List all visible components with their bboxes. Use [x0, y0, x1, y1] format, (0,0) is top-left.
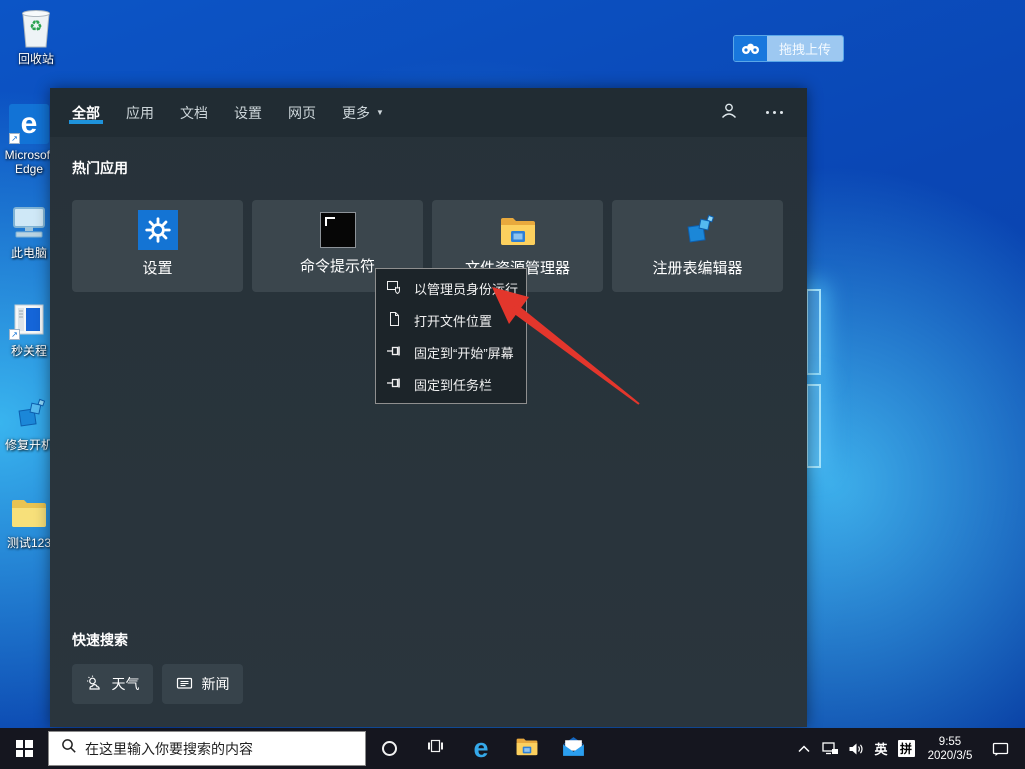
- search-panel-tabs: 全部 应用 文档 设置 网页 更多▼: [50, 88, 807, 137]
- task-view-button[interactable]: [412, 728, 458, 769]
- search-input[interactable]: [85, 741, 357, 757]
- desktop-icon-label: 回收站: [4, 52, 68, 66]
- desktop-icon-recycle-bin[interactable]: ♻ 回收站: [4, 8, 68, 66]
- tab-apps[interactable]: 应用: [126, 88, 154, 137]
- hot-apps-title: 热门应用: [72, 158, 128, 178]
- ime-pinyin-badge: 拼: [898, 740, 915, 757]
- taskbar: e 英 拼 9:55: [0, 728, 1025, 769]
- menu-item-pin-to-start[interactable]: 固定到“开始”屏幕: [376, 336, 526, 368]
- pin-icon: [386, 375, 402, 394]
- tile-settings[interactable]: 设置: [72, 200, 243, 292]
- menu-item-label: 固定到任务栏: [414, 375, 492, 394]
- clock-date: 2020/3/5: [919, 749, 981, 763]
- open-file-location-icon: [386, 311, 402, 330]
- search-icon: [61, 738, 77, 759]
- menu-item-label: 打开文件位置: [414, 311, 492, 330]
- menu-item-label: 以管理员身份运行: [414, 279, 518, 298]
- quick-button-label: 天气: [112, 674, 140, 694]
- chevron-down-icon: ▼: [376, 108, 384, 117]
- quick-search-buttons: 天气 新闻: [72, 664, 243, 704]
- registry-editor-icon: [678, 210, 718, 250]
- drag-upload-label: 拖拽上传: [767, 36, 843, 61]
- system-tray: 英 拼 9:55 2020/3/5: [791, 728, 1025, 769]
- shortcut-arrow-icon: ↗: [9, 329, 20, 340]
- tray-chevron-up-icon[interactable]: [791, 728, 817, 769]
- volume-icon[interactable]: [843, 728, 869, 769]
- taskbar-search-box[interactable]: [48, 731, 366, 766]
- windows-desktop: ♻ 回收站 e ↗ Microsoft Edge 此电脑 ↗ 秒关程 修复开机: [0, 0, 1025, 769]
- run-as-admin-icon: [386, 279, 402, 298]
- tab-web[interactable]: 网页: [288, 88, 316, 137]
- repair-tool-icon: [9, 394, 49, 434]
- pin-icon: [386, 343, 402, 362]
- command-prompt-icon: [320, 212, 356, 248]
- quick-news-button[interactable]: 新闻: [162, 664, 243, 704]
- menu-item-run-as-admin[interactable]: 以管理员身份运行: [376, 272, 526, 304]
- cortana-button[interactable]: [366, 728, 412, 769]
- news-icon: [176, 675, 194, 694]
- menu-item-open-file-location[interactable]: 打开文件位置: [376, 304, 526, 336]
- mail-taskbar-button[interactable]: [550, 728, 596, 769]
- mail-icon: [561, 736, 586, 762]
- tab-all[interactable]: 全部: [72, 88, 100, 137]
- ime-language-indicator[interactable]: 英: [869, 728, 893, 769]
- recycle-bin-icon: ♻: [16, 8, 56, 48]
- wallpaper-window-glow: [806, 384, 821, 468]
- file-explorer-icon: [498, 210, 538, 250]
- task-view-icon: [427, 738, 444, 759]
- drag-upload-widget[interactable]: 拖拽上传: [733, 35, 844, 62]
- file-explorer-taskbar-button[interactable]: [504, 728, 550, 769]
- tile-label: 命令提示符: [300, 255, 375, 276]
- more-options-icon[interactable]: [766, 111, 783, 114]
- ime-mode-indicator[interactable]: 拼: [893, 728, 919, 769]
- this-pc-icon: [9, 202, 49, 242]
- edge-taskbar-button[interactable]: e: [458, 728, 504, 769]
- netdisk-cloud-icon: [734, 36, 767, 61]
- cortana-icon: [382, 741, 397, 756]
- tile-label: 注册表编辑器: [652, 257, 742, 278]
- context-menu: 以管理员身份运行 打开文件位置 固定到“开始”屏幕 固定到任务栏: [375, 268, 527, 404]
- tab-more[interactable]: 更多▼: [342, 88, 384, 137]
- folder-icon: [9, 492, 49, 532]
- start-button[interactable]: [0, 728, 48, 769]
- network-icon[interactable]: [817, 728, 843, 769]
- settings-gear-icon: [138, 210, 178, 250]
- tile-label: 设置: [142, 257, 172, 278]
- user-icon[interactable]: [720, 102, 738, 124]
- file-explorer-icon: [514, 735, 540, 762]
- menu-item-pin-to-taskbar[interactable]: 固定到任务栏: [376, 368, 526, 400]
- edge-icon: e ↗: [9, 104, 49, 144]
- app-shortcut-icon: ↗: [9, 300, 49, 340]
- edge-icon: e: [473, 735, 488, 762]
- taskbar-clock[interactable]: 9:55 2020/3/5: [919, 735, 981, 763]
- tab-documents[interactable]: 文档: [180, 88, 208, 137]
- action-center-button[interactable]: [981, 728, 1019, 769]
- quick-button-label: 新闻: [202, 674, 230, 694]
- quick-search-title: 快速搜索: [72, 630, 128, 650]
- windows-logo-icon: [16, 740, 33, 757]
- weather-icon: [86, 675, 104, 694]
- wallpaper-window-glow: [806, 289, 821, 375]
- tile-registry-editor[interactable]: 注册表编辑器: [612, 200, 783, 292]
- tab-settings[interactable]: 设置: [234, 88, 262, 137]
- menu-item-label: 固定到“开始”屏幕: [414, 343, 514, 362]
- quick-weather-button[interactable]: 天气: [72, 664, 153, 704]
- shortcut-arrow-icon: ↗: [9, 133, 20, 144]
- search-panel: 全部 应用 文档 设置 网页 更多▼ 热门应用 设置: [50, 88, 807, 727]
- clock-time: 9:55: [919, 735, 981, 749]
